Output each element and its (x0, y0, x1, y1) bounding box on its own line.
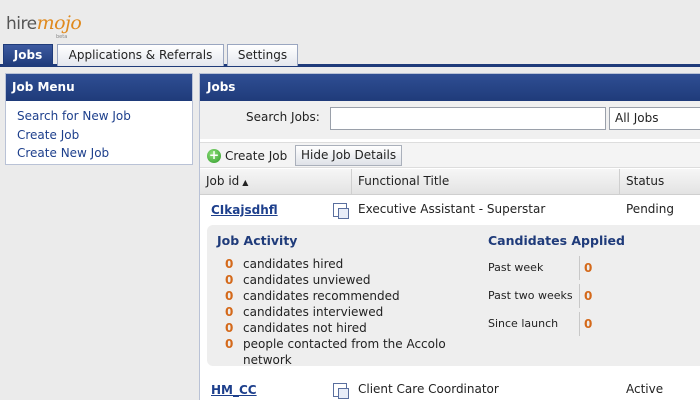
job-details-panel: Job Activity 0 candidates hired 0 candidat… (207, 225, 700, 368)
job-title-cell: Client Care Coordinator (358, 382, 499, 396)
applied-period-label: Past week (488, 256, 580, 280)
activity-label: candidates recommended (243, 289, 400, 303)
activity-label: candidates unviewed (243, 273, 371, 287)
column-functional-title[interactable]: Functional Title (352, 169, 620, 194)
activity-item: 0 candidates recommended (225, 288, 465, 304)
jobs-panel: Jobs Search Jobs: All Jobs + Create Job … (199, 73, 700, 400)
menu-item-search-new-job[interactable]: Search for New Job (17, 107, 192, 126)
activity-count: 0 (225, 273, 234, 287)
logo-sub: beta (56, 34, 68, 40)
job-activity-list: 0 candidates hired 0 candidates unviewed 0… (225, 256, 465, 368)
job-activity-title: Job Activity (217, 233, 298, 248)
applied-period-label: Since launch (488, 312, 580, 336)
job-status-cell: Active (626, 382, 664, 396)
edit-job-icon[interactable] (333, 203, 349, 219)
job-menu-title: Job Menu (6, 74, 192, 101)
job-id-link[interactable]: HM_CC (211, 383, 257, 397)
job-status-cell: Pending (626, 202, 674, 216)
create-job-label: Create Job (225, 149, 288, 163)
jobs-table-header: Job id ▲ Functional Title Status (200, 169, 700, 195)
edit-job-icon[interactable] (333, 383, 349, 399)
activity-item: 0 people contacted from the Accolo networ… (225, 336, 465, 368)
activity-item: 0 candidates not hired (225, 320, 465, 336)
activity-label: candidates interviewed (243, 305, 384, 319)
job-menu-panel: Job Menu Search for New Job Create Job C… (5, 73, 193, 165)
main-tabs: Jobs Applications & Referrals Settings (0, 44, 700, 67)
activity-count: 0 (225, 289, 234, 303)
table-row: CIkajsdhfl Executive Assistant - Superst… (200, 196, 700, 222)
job-title-cell: Executive Assistant - Superstar (358, 202, 546, 216)
jobs-panel-title: Jobs (200, 74, 700, 101)
logo-wordmark: hiremojo (6, 12, 82, 34)
logo-hire: hire (6, 14, 37, 34)
job-id-link[interactable]: CIkajsdhfl (211, 203, 278, 217)
activity-label: candidates hired (243, 257, 344, 271)
tab-settings[interactable]: Settings (227, 44, 298, 66)
search-input[interactable] (330, 107, 606, 130)
activity-label: candidates not hired (243, 321, 367, 335)
search-bar: Search Jobs: All Jobs (200, 101, 700, 139)
applied-count: 0 (584, 317, 593, 331)
activity-item: 0 candidates unviewed (225, 272, 465, 288)
page: hiremojo beta Jobs Applications & Referr… (0, 0, 700, 400)
activity-item: 0 candidates interviewed (225, 304, 465, 320)
job-actions-bar: + Create Job Hide Job Details (200, 142, 700, 168)
search-label: Search Jobs: (246, 110, 320, 124)
hide-job-details-button[interactable]: Hide Job Details (295, 145, 403, 166)
menu-item-create-new-job[interactable]: Create New Job (17, 144, 192, 163)
sort-ascending-icon: ▲ (242, 178, 249, 187)
create-job-button[interactable]: + Create Job (207, 147, 287, 165)
job-menu-list: Search for New Job Create Job Create New… (6, 101, 192, 163)
menu-item-create-job[interactable]: Create Job (17, 126, 192, 145)
tab-jobs[interactable]: Jobs (3, 44, 53, 66)
candidates-applied-title: Candidates Applied (488, 233, 625, 248)
activity-label: people contacted from the Accolo network (243, 337, 446, 367)
activity-count: 0 (225, 305, 234, 319)
activity-count: 0 (225, 337, 234, 351)
applied-count: 0 (584, 261, 593, 275)
column-status[interactable]: Status (620, 169, 700, 194)
logo-mojo: mojo (36, 12, 82, 34)
activity-count: 0 (225, 321, 234, 335)
tab-applications-referrals[interactable]: Applications & Referrals (57, 44, 224, 66)
hiremojo-logo[interactable]: hiremojo beta (6, 4, 96, 40)
job-filter-select[interactable]: All Jobs (609, 107, 700, 130)
table-row: HM_CC Client Care Coordinator Active (200, 376, 700, 400)
activity-count: 0 (225, 257, 234, 271)
applied-period-label: Past two weeks (488, 284, 580, 308)
activity-item: 0 candidates hired (225, 256, 465, 272)
column-job-id-label: Job id (206, 174, 240, 188)
add-circle-icon: + (207, 148, 221, 163)
applied-count: 0 (584, 289, 593, 303)
column-job-id[interactable]: Job id ▲ (200, 169, 352, 194)
